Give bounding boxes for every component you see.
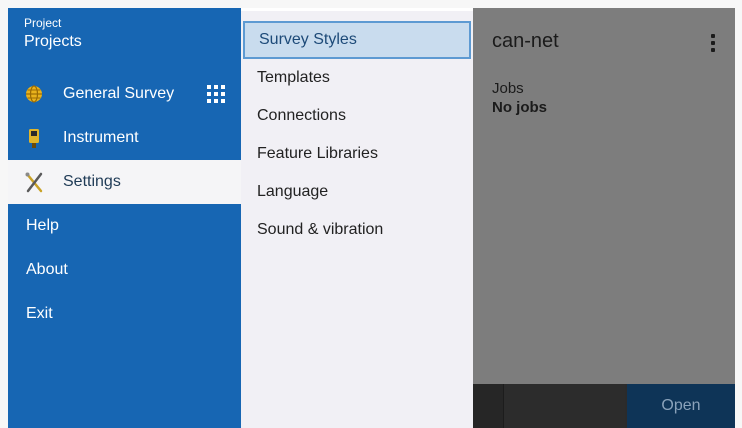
nav-item-exit[interactable]: Exit bbox=[8, 292, 241, 336]
menu-item-survey-styles[interactable]: Survey Styles bbox=[243, 21, 471, 59]
app-screen: Project Projects General Survey Instrume… bbox=[8, 8, 735, 428]
menu-item-language[interactable]: Language bbox=[241, 173, 473, 211]
nav-header-subtitle: Project bbox=[24, 16, 62, 30]
nav-item-label: General Survey bbox=[63, 85, 175, 102]
nav-item-label: About bbox=[26, 261, 68, 278]
grid-apps-icon[interactable] bbox=[207, 85, 225, 103]
jobs-label: Jobs bbox=[492, 80, 524, 97]
menu-item-feature-libraries[interactable]: Feature Libraries bbox=[241, 135, 473, 173]
nav-item-label: Help bbox=[26, 217, 59, 234]
more-options-icon[interactable] bbox=[710, 34, 716, 54]
globe-icon bbox=[26, 85, 42, 103]
menu-item-sound-vibration[interactable]: Sound & vibration bbox=[241, 211, 473, 249]
nav-header-title: Projects bbox=[24, 33, 82, 50]
project-title: can-net bbox=[492, 30, 559, 52]
nav-item-instrument[interactable]: Instrument bbox=[8, 116, 241, 160]
menu-item-connections[interactable]: Connections bbox=[241, 97, 473, 135]
nav-item-general-survey[interactable]: General Survey bbox=[8, 72, 241, 116]
action-slot[interactable] bbox=[473, 384, 504, 428]
settings-submenu: Survey Styles Templates Connections Feat… bbox=[241, 8, 473, 428]
navigation-drawer: Project Projects General Survey Instrume… bbox=[8, 8, 241, 428]
jobs-value: No jobs bbox=[492, 99, 547, 116]
nav-item-help[interactable]: Help bbox=[8, 204, 241, 248]
open-button[interactable]: Open bbox=[627, 384, 735, 428]
tools-icon bbox=[25, 172, 43, 193]
nav-item-label: Instrument bbox=[63, 129, 139, 146]
nav-item-label: Settings bbox=[63, 173, 121, 190]
nav-item-about[interactable]: About bbox=[8, 248, 241, 292]
instrument-icon bbox=[29, 129, 39, 148]
menu-item-templates[interactable]: Templates bbox=[241, 59, 473, 97]
nav-item-label: Exit bbox=[26, 305, 53, 322]
nav-header[interactable]: Project Projects bbox=[8, 8, 241, 60]
project-detail-pane: can-net Jobs No jobs Open bbox=[473, 8, 735, 428]
action-slot[interactable] bbox=[504, 384, 625, 428]
nav-item-settings[interactable]: Settings bbox=[8, 160, 241, 204]
bottom-action-bar: Open bbox=[473, 384, 735, 428]
menu-divider bbox=[241, 8, 473, 11]
